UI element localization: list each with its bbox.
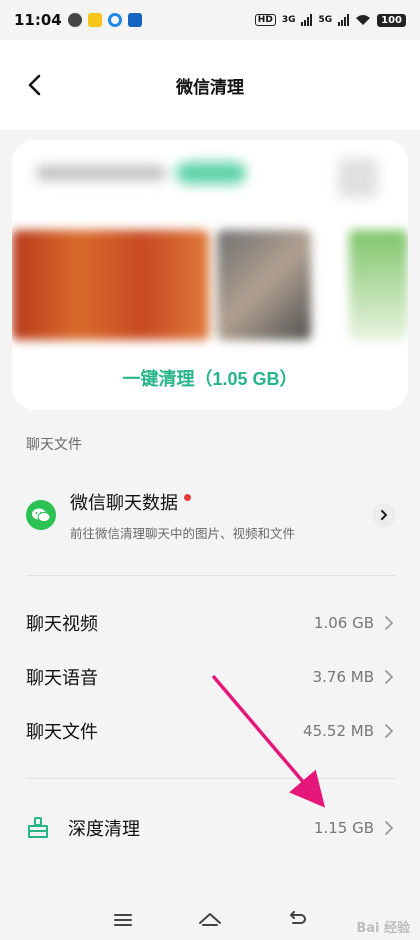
signal-icon	[338, 14, 350, 26]
list-item-chat-voice[interactable]: 聊天语音 3.76 MB	[26, 662, 396, 692]
list-item-size: 1.06 GB	[313, 614, 374, 632]
divider	[26, 575, 396, 576]
blurred-summary	[36, 160, 266, 186]
app-notification-icon	[87, 13, 102, 27]
signal-icon	[301, 14, 313, 26]
list-item-label: 深度清理	[68, 819, 140, 840]
battery-icon: 100	[377, 13, 406, 27]
one-click-clean-button[interactable]: 一键清理（1.05 GB）	[12, 358, 408, 398]
list-item-chat-video[interactable]: 聊天视频 1.06 GB	[26, 608, 396, 638]
chevron-right-icon[interactable]	[372, 503, 396, 527]
list-item-size: 3.76 MB	[312, 668, 374, 686]
network-3g-label: 3G	[281, 15, 296, 25]
list-item-size: 1.15 GB	[313, 819, 374, 837]
menu-icon	[114, 914, 133, 926]
page-title: 微信清理	[176, 77, 244, 98]
chevron-right-icon	[382, 821, 396, 835]
list-item-label: 聊天语音	[26, 668, 98, 689]
list-item-deep-clean[interactable]: 深度清理 1.15 GB	[26, 813, 396, 843]
wechat-chat-data-title: 微信聊天数据	[70, 492, 178, 514]
home-icon	[198, 913, 221, 926]
chevron-right-icon	[382, 724, 396, 738]
back-button[interactable]	[20, 70, 50, 100]
home-button[interactable]	[195, 905, 225, 935]
media-thumbnail[interactable]	[216, 230, 311, 340]
blurred-icon	[338, 158, 378, 198]
menu-button[interactable]	[108, 905, 138, 935]
chevron-left-icon	[28, 74, 41, 96]
status-time: 11:04	[14, 11, 62, 29]
media-thumbnail[interactable]	[12, 230, 209, 340]
message-icon	[67, 13, 82, 27]
media-thumbnail-strip[interactable]	[12, 230, 408, 340]
list-item-label: 聊天视频	[26, 614, 98, 635]
network-5g-label: 5G	[318, 15, 333, 25]
watermark: Bai 经验	[356, 921, 410, 936]
status-bar: 11:04 HD 3G 5G 100	[0, 0, 420, 40]
list-item-chat-files[interactable]: 聊天文件 45.52 MB	[26, 716, 396, 746]
wechat-icon	[26, 500, 56, 530]
chevron-right-icon	[382, 616, 396, 630]
hd-icon: HD	[254, 14, 276, 26]
return-icon	[289, 911, 306, 924]
list-item-label: 聊天文件	[26, 722, 98, 743]
wechat-chat-data-row[interactable]: 微信聊天数据 前往微信清理聊天中的图片、视频和文件	[26, 480, 396, 550]
media-thumbnail[interactable]	[349, 230, 408, 340]
storage-summary-card: 一键清理（1.05 GB）	[12, 140, 408, 410]
broom-icon	[28, 817, 48, 838]
divider	[26, 778, 396, 779]
browser-notification-icon	[107, 13, 122, 27]
new-badge-dot	[184, 494, 191, 501]
wifi-icon	[356, 15, 371, 25]
zhihu-notification-icon	[127, 13, 142, 27]
wechat-chat-data-subtitle: 前往微信清理聊天中的图片、视频和文件	[70, 525, 296, 541]
section-label-chat-files: 聊天文件	[26, 437, 82, 453]
system-back-button[interactable]	[282, 905, 312, 935]
list-item-size: 45.52 MB	[303, 722, 374, 740]
app-header: 微信清理	[0, 40, 420, 130]
chevron-right-icon	[382, 670, 396, 684]
